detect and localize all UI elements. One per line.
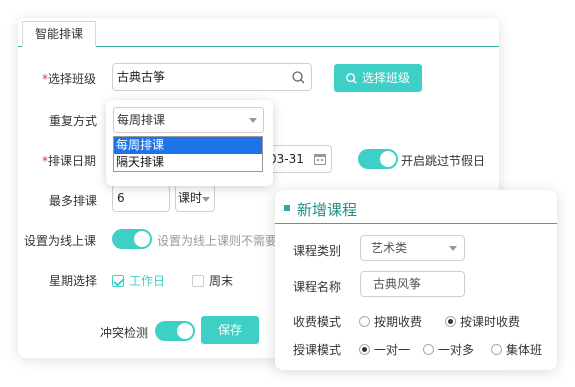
online-toggle[interactable] bbox=[112, 229, 152, 249]
weekday-label: 星期选择 bbox=[49, 274, 98, 288]
skip-holiday-toggle[interactable] bbox=[358, 149, 398, 169]
date-label: *排课日期 bbox=[42, 154, 97, 168]
title-marker bbox=[284, 205, 290, 211]
mode-option-one-to-many[interactable]: 一对多 bbox=[423, 341, 474, 358]
fee-option-per-lesson[interactable]: 按课时收费 bbox=[445, 313, 520, 330]
weekday-workday-checkbox[interactable]: 工作日 bbox=[112, 272, 165, 289]
select-class-button[interactable]: 选择班级 bbox=[334, 64, 422, 92]
course-name-label: 课程名称 bbox=[293, 280, 342, 294]
max-unit-select[interactable]: 课时 bbox=[175, 184, 215, 212]
end-date-value: 03-31 bbox=[269, 152, 304, 166]
repeat-select-value: 每周排课 bbox=[117, 113, 166, 127]
conflict-toggle[interactable] bbox=[155, 321, 195, 341]
new-course-panel: 新增课程 课程类别 艺术类 课程名称 古典风筝 收费模式 按期收费 按课时收费 … bbox=[275, 190, 557, 370]
mode-option-group[interactable]: 集体班 bbox=[491, 341, 542, 358]
max-lessons-input[interactable]: 6 bbox=[112, 184, 170, 212]
repeat-select-popup: 每周排课 每周排课 隔天排课 bbox=[106, 100, 273, 186]
search-icon[interactable] bbox=[292, 71, 305, 84]
chevron-down-icon bbox=[449, 246, 457, 251]
chevron-down-icon bbox=[249, 118, 257, 123]
repeat-option-alternate-day[interactable]: 隔天排课 bbox=[114, 154, 262, 171]
repeat-select[interactable]: 每周排课 bbox=[113, 107, 264, 133]
max-unit-value: 课时 bbox=[178, 191, 203, 205]
tab-smart-scheduling[interactable]: 智能排课 bbox=[22, 21, 96, 47]
fee-option-period[interactable]: 按期收费 bbox=[359, 313, 422, 330]
fee-label: 收费模式 bbox=[293, 315, 342, 329]
radio-empty-icon bbox=[423, 344, 434, 355]
radio-selected-icon bbox=[445, 316, 456, 327]
checkbox-empty-icon bbox=[192, 275, 204, 287]
chevron-down-icon bbox=[202, 197, 210, 202]
course-name-input[interactable]: 古典风筝 bbox=[360, 271, 465, 297]
category-select[interactable]: 艺术类 bbox=[360, 235, 465, 261]
radio-empty-icon bbox=[359, 316, 370, 327]
category-label: 课程类别 bbox=[293, 244, 342, 258]
calendar-icon[interactable] bbox=[314, 153, 326, 165]
tab-bar: 智能排课 bbox=[18, 18, 499, 47]
class-label: *选择班级 bbox=[42, 72, 97, 86]
select-class-button-label: 选择班级 bbox=[361, 71, 410, 85]
conflict-label: 冲突检测 bbox=[100, 326, 149, 340]
radio-selected-icon bbox=[359, 344, 370, 355]
title-divider bbox=[275, 223, 557, 224]
mode-label: 授课模式 bbox=[293, 343, 342, 357]
skip-holiday-label: 开启跳过节假日 bbox=[401, 154, 486, 168]
save-button[interactable]: 保存 bbox=[201, 316, 259, 344]
max-label: 最多排课 bbox=[49, 194, 98, 208]
search-icon bbox=[346, 73, 357, 84]
checkbox-checked-icon bbox=[112, 275, 124, 287]
repeat-option-weekly[interactable]: 每周排课 bbox=[114, 137, 262, 154]
category-value: 艺术类 bbox=[371, 241, 408, 255]
repeat-options-list: 每周排课 隔天排课 bbox=[113, 136, 263, 172]
mode-option-one-to-one[interactable]: 一对一 bbox=[359, 341, 410, 358]
radio-empty-icon bbox=[491, 344, 502, 355]
repeat-label: 重复方式 bbox=[49, 114, 98, 128]
new-course-title: 新增课程 bbox=[297, 201, 358, 219]
class-input[interactable]: 古典古筝 bbox=[112, 63, 312, 91]
online-hint: 设置为线上课则不需要 bbox=[157, 234, 278, 248]
weekday-weekend-checkbox[interactable]: 周末 bbox=[192, 272, 233, 289]
online-label: 设置为线上课 bbox=[24, 234, 97, 248]
class-input-value: 古典古筝 bbox=[117, 70, 166, 84]
